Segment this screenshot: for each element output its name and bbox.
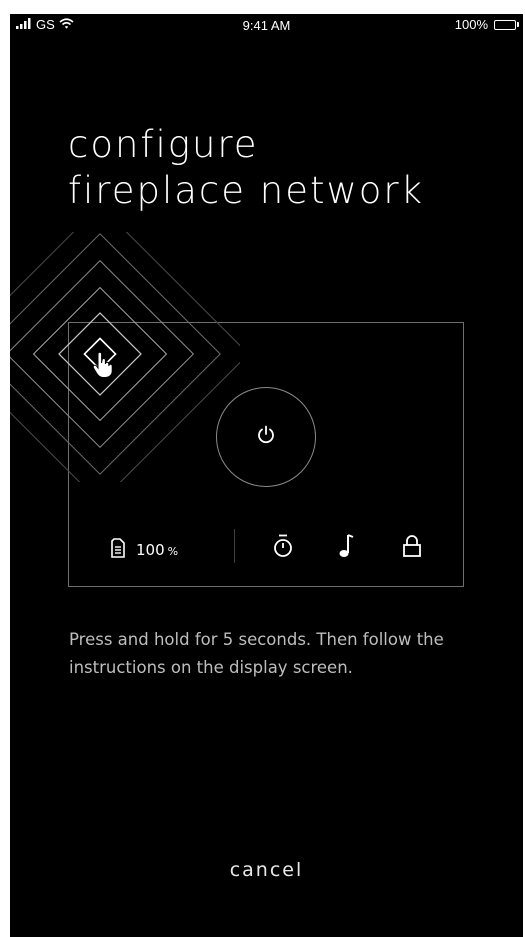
status-right: 100% xyxy=(455,17,519,32)
title-line-1: configure xyxy=(68,123,259,166)
lock-icon xyxy=(401,532,423,560)
status-time: 9:41 AM xyxy=(242,18,291,33)
status-bar: GS 9:41 AM 100% xyxy=(10,14,523,36)
wood-container-icon xyxy=(110,538,126,562)
wood-level-value: 100% xyxy=(136,541,179,559)
panel-divider xyxy=(234,529,235,563)
phone-screen: GS 9:41 AM 100% configure fireplace netw… xyxy=(10,14,523,937)
title-line-2: fireplace network xyxy=(68,169,425,212)
battery-icon xyxy=(494,19,519,30)
wood-level-unit: % xyxy=(167,545,179,558)
instructions-text: Press and hold for 5 seconds. Then follo… xyxy=(69,630,444,677)
cancel-button[interactable]: cancel xyxy=(10,859,523,881)
timer-icon xyxy=(271,533,295,559)
press-pulse-rings xyxy=(10,232,240,482)
battery-percent: 100% xyxy=(454,17,488,32)
music-note-icon xyxy=(336,532,356,560)
pressing-hand-icon xyxy=(92,351,114,383)
power-icon xyxy=(255,424,277,450)
wood-level-indicator: 100% xyxy=(110,538,178,562)
page-title: configure fireplace network xyxy=(68,122,424,214)
